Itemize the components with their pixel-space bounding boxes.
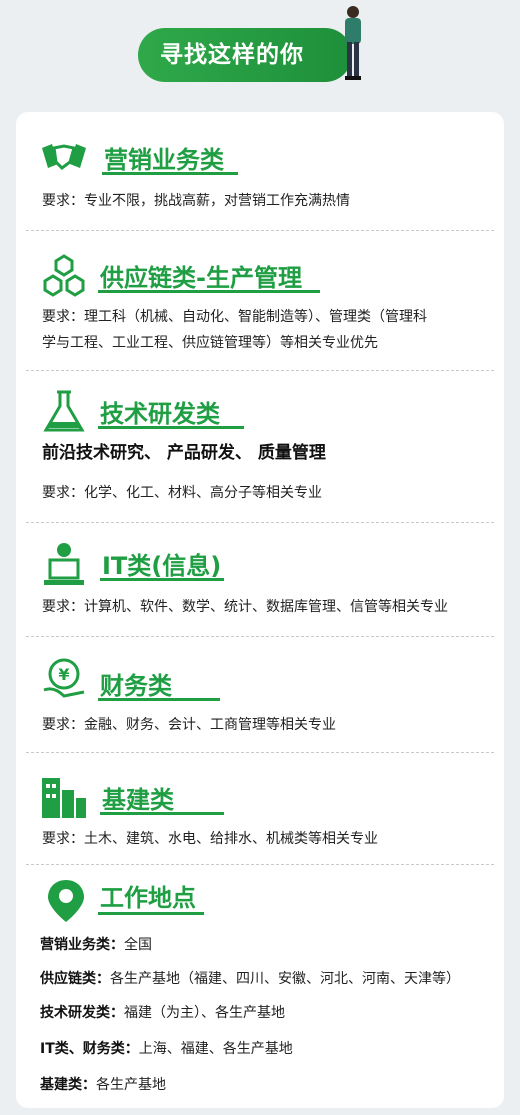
location-row: 基建类：各生产基地 [40,1074,166,1094]
requirement-supply-chain-line1: 要求：理工科（机械、自动化、智能制造等）、管理类（管理科 [42,309,427,325]
location-value: 各生产基地（福建、四川、安徽、河北、河南、天津等） [110,971,460,987]
title-underline [102,172,238,175]
location-pin-icon [48,880,84,922]
requirement-infrastructure: 要求：土木、建筑、水电、给排水、机械类等相关专业 [42,831,378,847]
location-label: 基建类： [40,1077,96,1093]
content-card: 营销业务类 要求：专业不限，挑战高薪，对营销工作充满热情 供应链类-生产管理 要… [16,112,504,1108]
location-row: IT类、财务类：上海、福建、各生产基地 [40,1038,293,1058]
divider [26,752,494,753]
title-underline [98,912,204,915]
banner-title: 寻找这样的你 [160,42,304,68]
section-title-marketing: 营销业务类 [104,146,224,174]
requirement-finance: 要求：金融、财务、会计、工商管理等相关专业 [42,717,336,733]
section-title-supply-chain: 供应链类-生产管理 [100,264,302,292]
divider [26,370,494,371]
section-title-finance: 财务类 [100,672,172,700]
title-underline [98,290,320,293]
divider [26,864,494,865]
cubes-icon [43,254,85,297]
requirement-supply-chain-line2: 学与工程、工业工程、供应链管理等）等相关专业优先 [42,335,378,351]
location-label: IT类、财务类： [40,1041,139,1057]
location-value: 上海、福建、各生产基地 [138,1041,293,1057]
focus-rnd: 前沿技术研究、 产品研发、 质量管理 [42,443,326,463]
title-underline [98,698,220,701]
title-underline [100,578,224,581]
buildings-icon [42,778,86,818]
title-underline [98,426,244,429]
section-title-infrastructure: 基建类 [102,786,174,814]
requirement-marketing: 要求：专业不限，挑战高薪，对营销工作充满热情 [42,193,350,209]
requirement-it: 要求：计算机、软件、数学、统计、数据库管理、信管等相关专业 [42,599,448,615]
location-label: 技术研发类： [40,1005,124,1021]
svg-text:¥: ¥ [58,665,69,684]
section-title-location: 工作地点 [100,884,196,912]
section-title-rnd: 技术研发类 [100,400,220,428]
location-label: 供应链类： [40,971,110,987]
location-row: 技术研发类：福建（为主）、各生产基地 [40,1002,285,1022]
person-illustration [345,6,361,80]
location-row: 营销业务类：全国 [40,934,152,954]
location-value: 福建（为主）、各生产基地 [124,1005,285,1021]
handshake-icon [42,144,86,170]
location-value: 全国 [124,937,152,953]
divider [26,230,494,231]
divider [26,636,494,637]
title-underline [100,812,224,815]
section-title-it: IT类(信息) [102,552,222,580]
location-row: 供应链类：各生产基地（福建、四川、安徽、河北、河南、天津等） [40,968,460,988]
header-banner: 寻找这样的你 [138,28,352,82]
location-label: 营销业务类： [40,937,124,953]
flask-icon [43,390,85,432]
location-value: 各生产基地 [96,1077,166,1093]
computer-user-icon [44,543,84,585]
yen-hand-icon: ¥ [43,658,85,698]
requirement-rnd: 要求：化学、化工、材料、高分子等相关专业 [42,485,322,501]
divider [26,522,494,523]
